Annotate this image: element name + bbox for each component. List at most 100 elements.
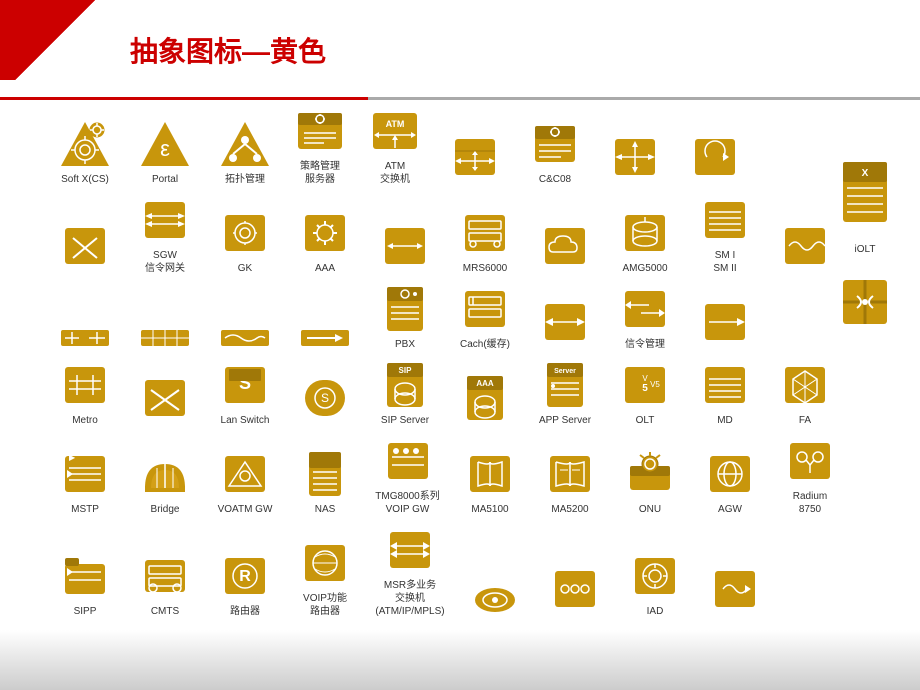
icon-ma5100: MA5100: [455, 448, 525, 516]
label-cache: Cach(缓存): [460, 338, 510, 351]
icon-cache: Cach(缓存): [450, 283, 520, 351]
icon-ma5200: MA5200: [535, 448, 605, 516]
label-onu: ONU: [639, 503, 661, 516]
icon-blank-15: S: [290, 372, 360, 427]
icon-gk: GK: [210, 207, 280, 275]
icon-app-server: Server APP Server: [530, 359, 600, 427]
label-atm: ATM 交换机: [380, 160, 410, 186]
right-icons: X iOLT: [830, 160, 900, 339]
icon-cmts: CMTS: [130, 550, 200, 618]
icon-blank-5: [370, 220, 440, 275]
icon-soft-x-cs: Soft X(CS): [50, 118, 120, 186]
icon-amg5000: AMG5000: [610, 207, 680, 275]
icon-fa: FA: [770, 359, 840, 427]
header-decoration: [0, 0, 110, 80]
icon-blank-12: [530, 296, 600, 351]
icon-onu: ONU: [615, 448, 685, 516]
icon-blank-16: AAA: [450, 372, 520, 427]
label-sip-server: SIP Server: [381, 414, 429, 427]
icon-msr: MSR多业务 交换机 (ATM/IP/MPLS): [370, 524, 450, 618]
label-signal-mgr: 信令管理: [625, 338, 665, 351]
icon-portal: ε Portal: [130, 118, 200, 186]
page-title: 抽象图标—黄色: [130, 30, 326, 70]
icon-blank-14: [130, 372, 200, 427]
svg-text:ε: ε: [160, 136, 170, 161]
icon-aaa: AAA: [290, 207, 360, 275]
label-router: 路由器: [230, 605, 260, 618]
icon-pbx: PBX: [370, 283, 440, 351]
svg-text:AAA: AAA: [476, 379, 494, 388]
svg-text:Server: Server: [554, 368, 576, 375]
label-md: MD: [717, 414, 733, 427]
header-line: [0, 97, 920, 100]
label-cmts: CMTS: [151, 605, 179, 618]
icon-blank-disc: [460, 585, 530, 618]
svg-text:SIP: SIP: [399, 366, 413, 375]
icon-radium8750: Radium 8750: [775, 435, 845, 516]
icon-blank-2: [600, 131, 670, 186]
icon-row-1: Soft X(CS) ε Portal 拓扑管理: [50, 105, 900, 186]
icon-wave2: [210, 328, 280, 351]
icon-blank-1: [440, 131, 510, 186]
svg-text:R: R: [239, 568, 251, 585]
icon-topology: 拓扑管理: [210, 118, 280, 186]
icon-iad: IAD: [620, 550, 690, 618]
icon-signal-mgr: 信令管理: [610, 283, 680, 351]
icon-scissors: [50, 328, 120, 351]
label-sgw: SGW 信令网关: [145, 249, 185, 275]
icon-row-2: SGW 信令网关 GK: [50, 194, 900, 275]
icon-lan-switch: S Lan Switch: [210, 359, 280, 427]
label-gk: GK: [238, 262, 252, 275]
label-iad: IAD: [647, 605, 664, 618]
icon-sip-server: SIP SIP Server: [370, 359, 440, 427]
label-metro: Metro: [72, 414, 98, 427]
icon-blank-dots: [540, 563, 610, 618]
icon-grid: [130, 328, 200, 351]
icon-voatm-gw: VOATM GW: [210, 448, 280, 516]
label-msr: MSR多业务 交换机 (ATM/IP/MPLS): [375, 579, 444, 618]
icon-blank-3: [680, 131, 750, 186]
label-soft-x-cs: Soft X(CS): [61, 173, 109, 186]
label-sm: SM I SM II: [713, 249, 736, 275]
icon-blank-6: [530, 220, 600, 275]
svg-text:▶: ▶: [69, 453, 76, 462]
svg-text:V5: V5: [650, 380, 660, 389]
svg-text:X: X: [862, 168, 869, 179]
svg-text:V: V: [642, 374, 648, 383]
label-mrs6000: MRS6000: [463, 262, 507, 275]
icon-row-4: Metro S Lan Switch S: [50, 359, 900, 427]
footer: [0, 630, 920, 690]
label-olt: OLT: [636, 414, 655, 427]
icon-metro: Metro: [50, 359, 120, 427]
icon-tmg8000: TMG8000系列 VOIP GW: [370, 435, 445, 516]
label-aaa: AAA: [315, 262, 335, 275]
icon-olt: V 5 V5 OLT: [610, 359, 680, 427]
label-portal: Portal: [152, 173, 178, 186]
icon-blank-13: [690, 296, 760, 351]
icon-iolt: X iOLT: [830, 160, 900, 256]
icon-policy-mgr: 策略管理 服务器: [290, 105, 350, 186]
icon-nas: NAS: [290, 448, 360, 516]
icon-row-3: PBX Cach(缓存): [50, 283, 900, 351]
label-voip-router: VOIP功能 路由器: [303, 592, 347, 618]
icon-mrs6000: MRS6000: [450, 207, 520, 275]
label-ma5200: MA5200: [551, 503, 588, 516]
label-ma5100: MA5100: [471, 503, 508, 516]
label-policy-mgr: 策略管理 服务器: [300, 160, 340, 186]
icon-blank-4: [50, 220, 120, 275]
icon-right-box: [830, 276, 900, 339]
label-voatm-gw: VOATM GW: [218, 503, 273, 516]
svg-text:5: 5: [642, 383, 648, 394]
label-sipp: SIPP: [74, 605, 97, 618]
icon-agw: AGW: [695, 448, 765, 516]
label-app-server: APP Server: [539, 414, 591, 427]
svg-text:S: S: [321, 391, 329, 405]
label-iolt: iOLT: [855, 243, 876, 256]
icon-arrow-right: [290, 328, 360, 351]
label-amg5000: AMG5000: [622, 262, 667, 275]
icon-router: R 路由器: [210, 550, 280, 618]
header: 抽象图标—黄色: [0, 0, 920, 100]
icon-sipp: SIPP: [50, 550, 120, 618]
label-mstp: MSTP: [71, 503, 99, 516]
label-fa: FA: [799, 414, 811, 427]
